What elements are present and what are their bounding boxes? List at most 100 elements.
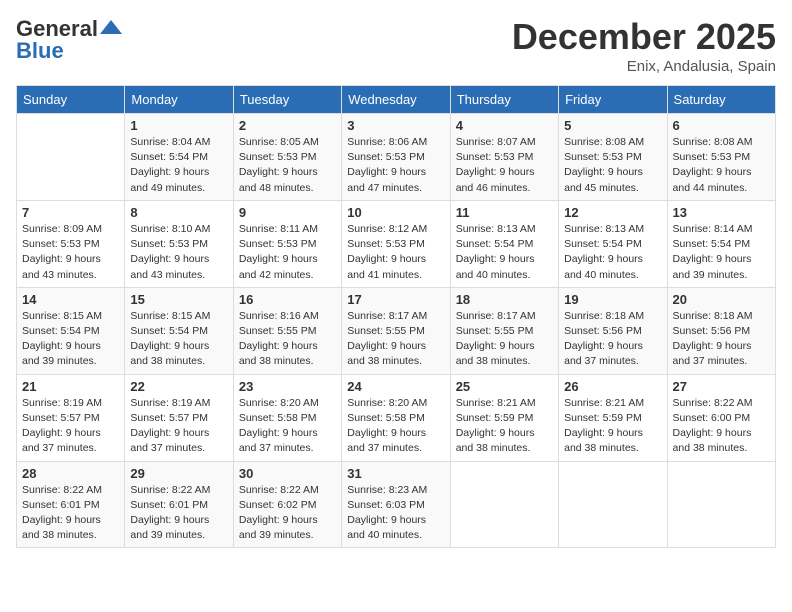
day-info: Sunrise: 8:18 AM Sunset: 5:56 PM Dayligh…: [564, 309, 661, 370]
day-info: Sunrise: 8:14 AM Sunset: 5:54 PM Dayligh…: [673, 222, 770, 283]
day-number: 6: [673, 118, 770, 133]
calendar-cell: 21 Sunrise: 8:19 AM Sunset: 5:57 PM Dayli…: [17, 374, 125, 461]
calendar-week-row: 1 Sunrise: 8:04 AM Sunset: 5:54 PM Daylig…: [17, 114, 776, 201]
day-number: 11: [456, 205, 553, 220]
calendar-cell: [559, 461, 667, 548]
location-subtitle: Enix, Andalusia, Spain: [512, 58, 776, 75]
day-number: 31: [347, 466, 444, 481]
calendar-cell: 5 Sunrise: 8:08 AM Sunset: 5:53 PM Daylig…: [559, 114, 667, 201]
title-block: December 2025 Enix, Andalusia, Spain: [512, 16, 776, 75]
calendar-cell: [17, 114, 125, 201]
day-number: 19: [564, 292, 661, 307]
calendar-cell: [667, 461, 775, 548]
day-number: 14: [22, 292, 119, 307]
day-number: 26: [564, 379, 661, 394]
day-info: Sunrise: 8:05 AM Sunset: 5:53 PM Dayligh…: [239, 135, 336, 196]
weekday-header: Friday: [559, 86, 667, 114]
logo-icon: [100, 20, 122, 34]
calendar-cell: 2Sunrise: 8:05 AM Sunset: 5:53 PM Daylig…: [233, 114, 341, 201]
day-number: 30: [239, 466, 336, 481]
calendar-cell: 17 Sunrise: 8:17 AM Sunset: 5:55 PM Dayli…: [342, 287, 450, 374]
day-number: 27: [673, 379, 770, 394]
calendar-cell: 1 Sunrise: 8:04 AM Sunset: 5:54 PM Daylig…: [125, 114, 233, 201]
day-number: 25: [456, 379, 553, 394]
calendar-body: 1 Sunrise: 8:04 AM Sunset: 5:54 PM Daylig…: [17, 114, 776, 548]
calendar-cell: 20Sunrise: 8:18 AM Sunset: 5:56 PM Dayli…: [667, 287, 775, 374]
calendar-cell: 26 Sunrise: 8:21 AM Sunset: 5:59 PM Dayli…: [559, 374, 667, 461]
day-number: 5: [564, 118, 661, 133]
day-info: Sunrise: 8:17 AM Sunset: 5:55 PM Dayligh…: [347, 309, 444, 370]
day-info: Sunrise: 8:08 AM Sunset: 5:53 PM Dayligh…: [564, 135, 661, 196]
day-info: Sunrise: 8:18 AM Sunset: 5:56 PM Dayligh…: [673, 309, 770, 370]
day-number: 18: [456, 292, 553, 307]
calendar-cell: 11Sunrise: 8:13 AM Sunset: 5:54 PM Dayli…: [450, 200, 558, 287]
day-number: 21: [22, 379, 119, 394]
calendar-week-row: 14 Sunrise: 8:15 AM Sunset: 5:54 PM Dayli…: [17, 287, 776, 374]
day-info: Sunrise: 8:09 AM Sunset: 5:53 PM Dayligh…: [22, 222, 119, 283]
day-info: Sunrise: 8:21 AM Sunset: 5:59 PM Dayligh…: [456, 396, 553, 457]
day-info: Sunrise: 8:08 AM Sunset: 5:53 PM Dayligh…: [673, 135, 770, 196]
calendar-cell: 27 Sunrise: 8:22 AM Sunset: 6:00 PM Dayli…: [667, 374, 775, 461]
day-number: 4: [456, 118, 553, 133]
day-info: Sunrise: 8:06 AM Sunset: 5:53 PM Dayligh…: [347, 135, 444, 196]
calendar-header-row: SundayMondayTuesdayWednesdayThursdayFrid…: [17, 86, 776, 114]
day-number: 12: [564, 205, 661, 220]
day-number: 24: [347, 379, 444, 394]
calendar-cell: 7 Sunrise: 8:09 AM Sunset: 5:53 PM Daylig…: [17, 200, 125, 287]
day-number: 10: [347, 205, 444, 220]
day-info: Sunrise: 8:21 AM Sunset: 5:59 PM Dayligh…: [564, 396, 661, 457]
weekday-header: Sunday: [17, 86, 125, 114]
day-info: Sunrise: 8:15 AM Sunset: 5:54 PM Dayligh…: [22, 309, 119, 370]
day-info: Sunrise: 8:19 AM Sunset: 5:57 PM Dayligh…: [22, 396, 119, 457]
calendar-cell: 30Sunrise: 8:22 AM Sunset: 6:02 PM Dayli…: [233, 461, 341, 548]
day-info: Sunrise: 8:04 AM Sunset: 5:54 PM Dayligh…: [130, 135, 227, 196]
day-number: 7: [22, 205, 119, 220]
day-number: 15: [130, 292, 227, 307]
day-info: Sunrise: 8:12 AM Sunset: 5:53 PM Dayligh…: [347, 222, 444, 283]
day-info: Sunrise: 8:10 AM Sunset: 5:53 PM Dayligh…: [130, 222, 227, 283]
day-number: 3: [347, 118, 444, 133]
weekday-header: Wednesday: [342, 86, 450, 114]
day-number: 16: [239, 292, 336, 307]
calendar-cell: 25 Sunrise: 8:21 AM Sunset: 5:59 PM Dayli…: [450, 374, 558, 461]
weekday-header: Monday: [125, 86, 233, 114]
calendar-cell: 6 Sunrise: 8:08 AM Sunset: 5:53 PM Daylig…: [667, 114, 775, 201]
day-number: 17: [347, 292, 444, 307]
day-info: Sunrise: 8:07 AM Sunset: 5:53 PM Dayligh…: [456, 135, 553, 196]
calendar-cell: 29 Sunrise: 8:22 AM Sunset: 6:01 PM Dayli…: [125, 461, 233, 548]
weekday-header: Tuesday: [233, 86, 341, 114]
month-title: December 2025: [512, 16, 776, 58]
day-number: 1: [130, 118, 227, 133]
day-info: Sunrise: 8:19 AM Sunset: 5:57 PM Dayligh…: [130, 396, 227, 457]
calendar-week-row: 21 Sunrise: 8:19 AM Sunset: 5:57 PM Dayli…: [17, 374, 776, 461]
day-info: Sunrise: 8:22 AM Sunset: 6:00 PM Dayligh…: [673, 396, 770, 457]
day-number: 9: [239, 205, 336, 220]
day-info: Sunrise: 8:22 AM Sunset: 6:01 PM Dayligh…: [130, 483, 227, 544]
calendar-cell: 4 Sunrise: 8:07 AM Sunset: 5:53 PM Daylig…: [450, 114, 558, 201]
calendar-cell: 8 Sunrise: 8:10 AM Sunset: 5:53 PM Daylig…: [125, 200, 233, 287]
page-header: General Blue December 2025 Enix, Andalus…: [16, 16, 776, 75]
day-info: Sunrise: 8:11 AM Sunset: 5:53 PM Dayligh…: [239, 222, 336, 283]
calendar-cell: [450, 461, 558, 548]
logo-blue: Blue: [16, 38, 64, 64]
day-number: 29: [130, 466, 227, 481]
calendar-cell: 3 Sunrise: 8:06 AM Sunset: 5:53 PM Daylig…: [342, 114, 450, 201]
day-number: 8: [130, 205, 227, 220]
day-info: Sunrise: 8:15 AM Sunset: 5:54 PM Dayligh…: [130, 309, 227, 370]
day-info: Sunrise: 8:20 AM Sunset: 5:58 PM Dayligh…: [347, 396, 444, 457]
calendar-cell: 9 Sunrise: 8:11 AM Sunset: 5:53 PM Daylig…: [233, 200, 341, 287]
day-number: 22: [130, 379, 227, 394]
day-info: Sunrise: 8:20 AM Sunset: 5:58 PM Dayligh…: [239, 396, 336, 457]
calendar-cell: 13Sunrise: 8:14 AM Sunset: 5:54 PM Dayli…: [667, 200, 775, 287]
calendar-week-row: 28 Sunrise: 8:22 AM Sunset: 6:01 PM Dayli…: [17, 461, 776, 548]
day-info: Sunrise: 8:23 AM Sunset: 6:03 PM Dayligh…: [347, 483, 444, 544]
calendar-cell: 19 Sunrise: 8:18 AM Sunset: 5:56 PM Dayli…: [559, 287, 667, 374]
day-number: 28: [22, 466, 119, 481]
calendar-cell: 18Sunrise: 8:17 AM Sunset: 5:55 PM Dayli…: [450, 287, 558, 374]
calendar-cell: 10 Sunrise: 8:12 AM Sunset: 5:53 PM Dayli…: [342, 200, 450, 287]
calendar-table: SundayMondayTuesdayWednesdayThursdayFrid…: [16, 85, 776, 548]
logo: General Blue: [16, 16, 122, 64]
calendar-cell: 16Sunrise: 8:16 AM Sunset: 5:55 PM Dayli…: [233, 287, 341, 374]
day-info: Sunrise: 8:13 AM Sunset: 5:54 PM Dayligh…: [564, 222, 661, 283]
calendar-cell: 28Sunrise: 8:22 AM Sunset: 6:01 PM Dayli…: [17, 461, 125, 548]
